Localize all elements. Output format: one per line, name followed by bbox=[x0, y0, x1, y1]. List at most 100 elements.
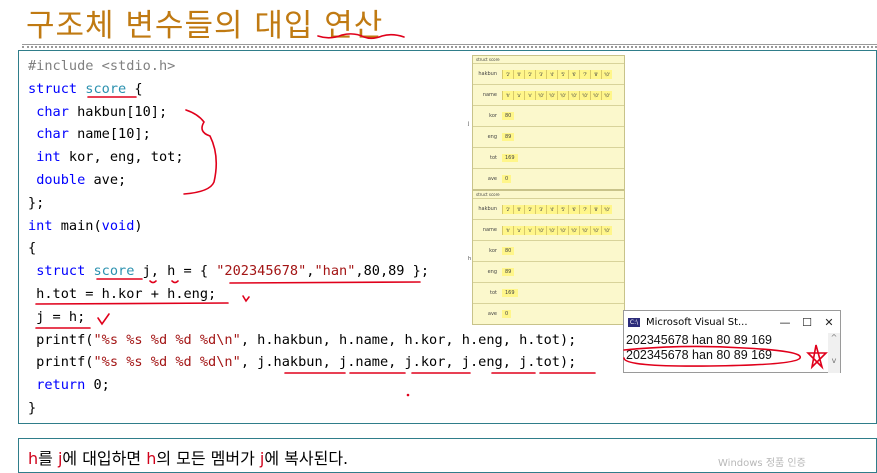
debug-array-cell: '\0' bbox=[557, 90, 568, 100]
note-fragment: 를 bbox=[38, 449, 58, 468]
code-line: printf("%s %s %d %d %d\n", h.hakbun, h.n… bbox=[28, 329, 576, 352]
debug-member-kor: kor 80 bbox=[473, 105, 624, 126]
debug-member-name: name 'h''a''n' '\0' '\0' '\0' '\0' '\0' '\0' '\0… bbox=[473, 84, 624, 105]
debug-array-cell: '\0' bbox=[535, 90, 546, 100]
debug-array-cell: '\0' bbox=[557, 225, 568, 235]
debug-array-cell: '8' bbox=[590, 69, 601, 79]
maximize-icon[interactable]: ☐ bbox=[796, 316, 818, 329]
scroll-down-icon[interactable]: v bbox=[828, 356, 840, 365]
debug-array-cell: '6' bbox=[568, 204, 579, 214]
code-token: h.tot = h.kor + h.eng; bbox=[28, 285, 217, 302]
debug-member-label: name bbox=[482, 92, 497, 98]
debug-member-label: hakbun bbox=[478, 71, 497, 77]
code-token: void bbox=[101, 217, 135, 234]
debug-member-ave: ave 0 bbox=[473, 168, 624, 189]
debug-member-name: name'h''a''n' '\0' '\0' '\0' '\0' '\0' '\0' '\0… bbox=[473, 219, 624, 240]
code-line: printf("%s %s %d %d %d\n", j.hakbun, j.n… bbox=[28, 351, 576, 374]
debug-member-label: tot bbox=[490, 155, 497, 161]
debug-array-cell: '8' bbox=[590, 204, 601, 214]
debug-array-cell: '\0' bbox=[568, 225, 579, 235]
code-token: ,80,89 }; bbox=[355, 263, 430, 280]
page-title: 구조체 변수들의 대입 연산 bbox=[26, 8, 384, 44]
code-token: "han" bbox=[314, 263, 356, 280]
code-token: ) bbox=[134, 217, 143, 234]
debug-array-cell: '\0' bbox=[579, 225, 590, 235]
code-token: double bbox=[36, 171, 86, 188]
debug-member-ave: ave 0 bbox=[473, 303, 624, 324]
code-token: printf( bbox=[28, 331, 94, 348]
code-token: { bbox=[28, 240, 37, 257]
debug-array-cells: 'h''a''n' '\0' '\0' '\0' '\0' '\0' '\0' '\0' bbox=[502, 90, 612, 100]
close-icon[interactable]: ✕ bbox=[818, 316, 840, 329]
code-token: "202345678" bbox=[216, 263, 307, 280]
console-scrollbar[interactable]: ^ v bbox=[828, 333, 840, 373]
scroll-up-icon[interactable]: ^ bbox=[828, 333, 840, 342]
debug-array-cell: 'n' bbox=[524, 225, 535, 235]
debug-member-label: ave bbox=[487, 176, 497, 182]
code-token: char bbox=[36, 103, 69, 120]
debug-struct-type: struct score bbox=[476, 57, 500, 62]
debug-member-value: 80 bbox=[502, 247, 515, 255]
code-token: hakbun[10]; bbox=[68, 103, 168, 120]
console-output-line: 202345678 han 80 89 169 bbox=[626, 333, 772, 347]
code-token: 0; bbox=[85, 377, 110, 394]
console-app-icon: C:\ bbox=[628, 317, 640, 327]
debug-member-eng: eng 89 bbox=[473, 126, 624, 147]
debug-array-cell: '\0' bbox=[568, 90, 579, 100]
debug-array-cell: 'a' bbox=[513, 225, 524, 235]
code-token: j = h; bbox=[28, 308, 86, 325]
code-token: name[10]; bbox=[68, 126, 151, 143]
debug-array-cell: '4' bbox=[546, 69, 557, 79]
code-token: , j.hakbun, j.name, j.kor, j.eng, j.tot)… bbox=[240, 354, 577, 371]
debug-array-cell: '\0' bbox=[546, 90, 557, 100]
note-fragment: 의 모든 멤버가 bbox=[156, 449, 260, 468]
debug-array-cells: '2' '0' '2' '3' '4' '5' '6' '7' '8' '\0' bbox=[502, 204, 612, 214]
code-token: main( bbox=[52, 217, 102, 234]
debug-member-label: eng bbox=[487, 134, 497, 140]
code-token: } bbox=[28, 399, 37, 416]
debug-struct-j: struct score hakbun '2' '0' '2' '3' '4' '5' '6' '… bbox=[472, 55, 625, 190]
windows-activation-watermark: Windows 정품 인증 bbox=[718, 458, 806, 469]
debug-member-hakbun: hakbun '2' '0' '2' '3' '4' '5' '6' '7' '8' '\0' bbox=[473, 198, 624, 219]
code-token: score bbox=[93, 263, 135, 280]
debug-array-cell: '0' bbox=[513, 204, 524, 214]
debug-array-cell: '\0' bbox=[535, 225, 546, 235]
debug-array-cell: 'h' bbox=[502, 225, 513, 235]
debug-array-cell: '6' bbox=[568, 69, 579, 79]
debug-member-value: 80 bbox=[502, 112, 515, 120]
debug-member-value: 89 bbox=[502, 268, 515, 276]
debug-array-cell: '5' bbox=[557, 204, 568, 214]
code-token: score bbox=[85, 80, 127, 97]
debug-array-cell: 'h' bbox=[502, 90, 513, 100]
console-title-bar[interactable]: C:\ Microsoft Visual St... — ☐ ✕ bbox=[624, 311, 840, 333]
code-token: return bbox=[36, 377, 86, 394]
code-token: struct bbox=[36, 263, 86, 280]
debug-array-cells: '2' '0' '2' '3' '4' '5' '6' '7' '8' '\0' bbox=[502, 69, 612, 79]
debug-member-value: 169 bbox=[502, 154, 518, 162]
code-token: "%s %s %d %d %d\n" bbox=[93, 331, 241, 348]
debug-member-hakbun: hakbun '2' '0' '2' '3' '4' '5' '6' '7' '8' '\0' bbox=[473, 63, 624, 84]
debug-array-cell: '2' bbox=[502, 69, 513, 79]
note-fragment: 에 대입하면 bbox=[62, 449, 147, 468]
debug-member-label: eng bbox=[487, 269, 497, 275]
debug-member-value: 0 bbox=[502, 310, 512, 318]
debug-array-cell: '\0' bbox=[546, 225, 557, 235]
debug-array-cell: '4' bbox=[546, 204, 557, 214]
minimize-icon[interactable]: — bbox=[774, 316, 796, 329]
code-token: kor, eng, tot; bbox=[60, 149, 184, 166]
console-title: Microsoft Visual St... bbox=[646, 316, 748, 328]
debug-array-cell: 'a' bbox=[513, 90, 524, 100]
debug-member-label: tot bbox=[490, 290, 497, 296]
code-token: char bbox=[36, 126, 69, 143]
debug-member-label: name bbox=[482, 227, 497, 233]
code-token: { bbox=[126, 80, 143, 97]
console-window[interactable]: C:\ Microsoft Visual St... — ☐ ✕ 2023456… bbox=[623, 310, 841, 373]
debug-member-tot: tot 169 bbox=[473, 147, 624, 168]
title-rule bbox=[22, 44, 877, 45]
